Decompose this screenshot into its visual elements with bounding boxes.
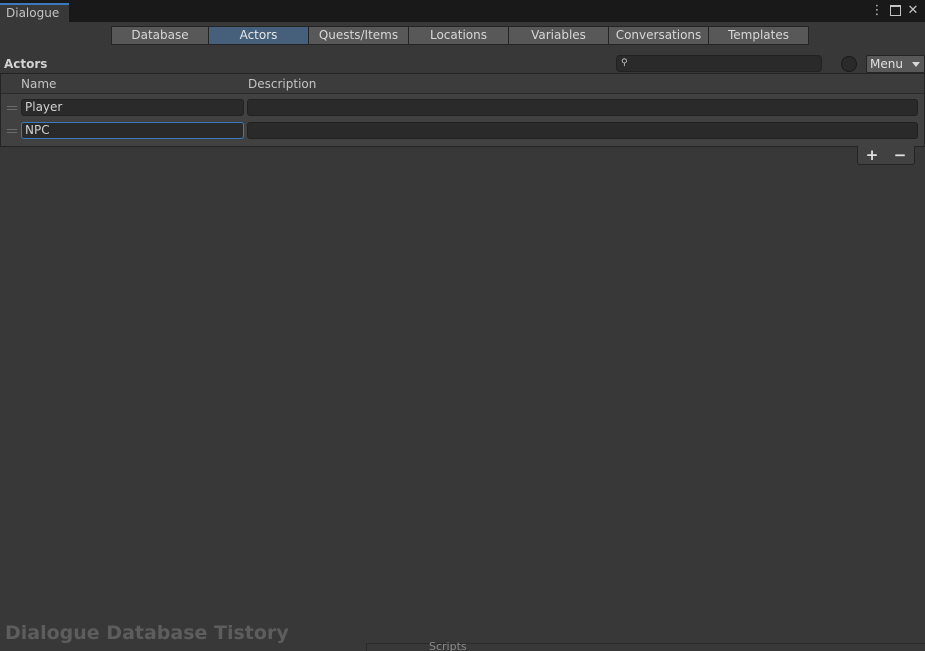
menu-dropdown-button[interactable]: Menu — [866, 55, 925, 73]
tab-actors[interactable]: Actors — [208, 26, 309, 45]
project-panel-edge: Scripts — [366, 640, 925, 651]
menu-label: Menu — [870, 57, 903, 71]
search-clear-button[interactable] — [841, 56, 857, 72]
database-section-toolbar: Database Actors Quests/Items Locations V… — [111, 26, 809, 45]
tab-locations[interactable]: Locations — [408, 26, 509, 45]
tab-quests-items[interactable]: Quests/Items — [308, 26, 409, 45]
tab-templates[interactable]: Templates — [708, 26, 809, 45]
watermark-text: Dialogue Database Tistory — [5, 622, 289, 644]
tab-variables[interactable]: Variables — [508, 26, 609, 45]
actor-name-field[interactable]: Player — [21, 99, 244, 116]
window-tab-dialogue[interactable]: Dialogue — [0, 3, 69, 22]
list-header: Name Description — [1, 74, 924, 94]
actors-list: Name Description Player NPC — [0, 73, 925, 147]
column-header-description: Description — [248, 77, 317, 91]
window-controls: ⋮ ✕ — [869, 2, 921, 20]
actor-description-field[interactable] — [247, 122, 918, 139]
close-icon[interactable]: ✕ — [905, 2, 921, 20]
scripts-folder-label: Scripts — [429, 640, 467, 651]
add-actor-button[interactable]: + — [866, 147, 879, 163]
chevron-down-icon — [912, 62, 920, 67]
column-header-name: Name — [21, 77, 57, 91]
title-bar: Dialogue ⋮ ✕ — [0, 0, 925, 22]
list-item: Player — [1, 98, 924, 118]
section-title: Actors — [4, 57, 48, 71]
maximize-icon[interactable] — [887, 2, 903, 20]
search-icon: ⚲ — [621, 58, 628, 68]
actor-name-field[interactable]: NPC — [21, 122, 244, 139]
list-item: NPC — [1, 121, 924, 141]
actor-description-field[interactable] — [247, 99, 918, 116]
tab-database[interactable]: Database — [111, 26, 209, 45]
more-options-icon[interactable]: ⋮ — [869, 2, 885, 20]
remove-actor-button[interactable]: − — [894, 147, 907, 163]
list-footer: + − — [857, 146, 915, 165]
tab-conversations[interactable]: Conversations — [608, 26, 709, 45]
search-input[interactable]: ⚲ — [616, 55, 822, 72]
drag-handle-icon[interactable] — [7, 106, 17, 110]
drag-handle-icon[interactable] — [7, 129, 17, 133]
dialogue-editor-window: Dialogue ⋮ ✕ Database Actors Quests/Item… — [0, 0, 925, 651]
